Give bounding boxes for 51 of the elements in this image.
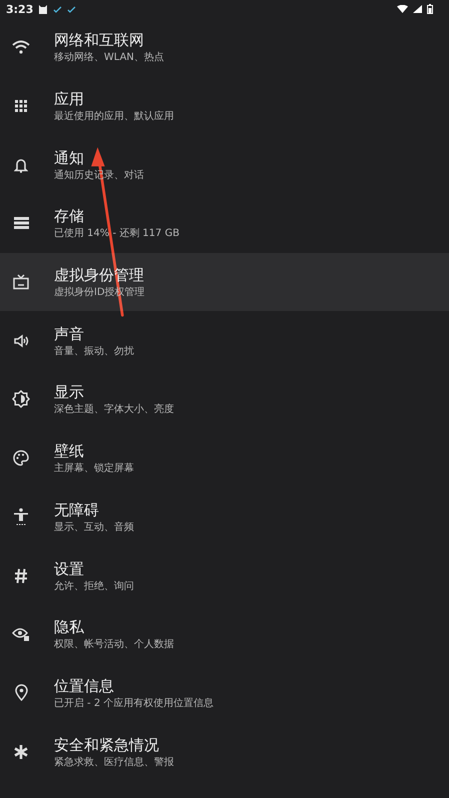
item-title: 网络和互联网 bbox=[54, 30, 145, 50]
item-title: 通知 bbox=[54, 148, 85, 168]
settings-item[interactable]: 隐私 权限、帐号活动、个人数据 bbox=[0, 604, 449, 664]
item-subtitle: 主屏幕、锁定屏幕 bbox=[54, 462, 134, 476]
settings-item[interactable]: 存储 已使用 14% - 还剩 117 GB bbox=[0, 194, 449, 253]
settings-item[interactable]: 设置 允许、拒绝、询问 bbox=[0, 546, 449, 605]
grid-icon bbox=[15, 100, 27, 112]
item-title: 显示 bbox=[54, 382, 85, 402]
item-subtitle: 紧急求救、医疗信息、警报 bbox=[54, 756, 174, 769]
storage-icon bbox=[14, 217, 28, 230]
eye-lock-icon bbox=[12, 626, 30, 642]
item-title: 壁纸 bbox=[54, 441, 85, 462]
item-subtitle: 允许、拒绝、询问 bbox=[54, 580, 134, 593]
asterisk-icon bbox=[14, 744, 28, 759]
item-subtitle: 权限、帐号活动、个人数据 bbox=[54, 638, 174, 652]
item-title: 设置 bbox=[54, 558, 85, 579]
settings-item[interactable]: 网络和互联网 移动网络、WLAN、热点 bbox=[0, 18, 449, 77]
palette-icon bbox=[13, 450, 29, 466]
brightness-icon bbox=[12, 390, 30, 408]
item-subtitle: 已使用 14% - 还剩 117 GB bbox=[54, 227, 180, 240]
cat-icon bbox=[38, 4, 48, 14]
item-title: 安全和紧急情况 bbox=[54, 734, 160, 755]
settings-item[interactable]: 壁纸 主屏幕、锁定屏幕 bbox=[0, 428, 449, 488]
wifi-icon bbox=[397, 5, 408, 13]
item-subtitle: 移动网络、WLAN、热点 bbox=[54, 51, 164, 64]
item-subtitle: 显示、互动、音频 bbox=[54, 520, 134, 534]
item-subtitle: 音量、振动、勿扰 bbox=[54, 344, 134, 358]
item-subtitle: 最近使用的应用、默认应用 bbox=[54, 110, 174, 124]
location-pin-icon bbox=[14, 684, 28, 702]
settings-item[interactable]: 应用 最近使用的应用、默认应用 bbox=[0, 76, 449, 136]
settings-item[interactable]: 显示 深色主题、字体大小、亮度 bbox=[0, 370, 449, 429]
bell-icon bbox=[14, 156, 28, 173]
status-time: 3:23 bbox=[6, 2, 34, 16]
item-title: 声音 bbox=[54, 324, 85, 344]
signal-icon bbox=[413, 5, 422, 13]
hash-icon bbox=[14, 568, 28, 584]
item-subtitle: 深色主题、字体大小、亮度 bbox=[54, 403, 174, 416]
speaker-icon bbox=[14, 334, 28, 348]
item-title: 无障碍 bbox=[54, 500, 100, 520]
item-title: 存储 bbox=[54, 206, 85, 226]
item-title: 应用 bbox=[54, 89, 85, 110]
settings-item[interactable]: 安全和紧急情况 紧急求救、医疗信息、警报 bbox=[0, 722, 449, 781]
wifi-icon bbox=[12, 40, 30, 54]
item-title: 隐私 bbox=[54, 617, 85, 638]
settings-item[interactable]: 位置信息 已开启 - 2 个应用有权使用位置信息 bbox=[0, 664, 449, 722]
settings-item[interactable]: 声音 音量、振动、勿扰 bbox=[0, 311, 449, 370]
battery-icon bbox=[427, 4, 433, 14]
tv-icon bbox=[13, 274, 29, 290]
item-title: 位置信息 bbox=[54, 676, 115, 696]
item-subtitle: 已开启 - 2 个应用有权使用位置信息 bbox=[54, 696, 214, 710]
settings-item[interactable]: 无障碍 显示、互动、音频 bbox=[0, 488, 449, 546]
